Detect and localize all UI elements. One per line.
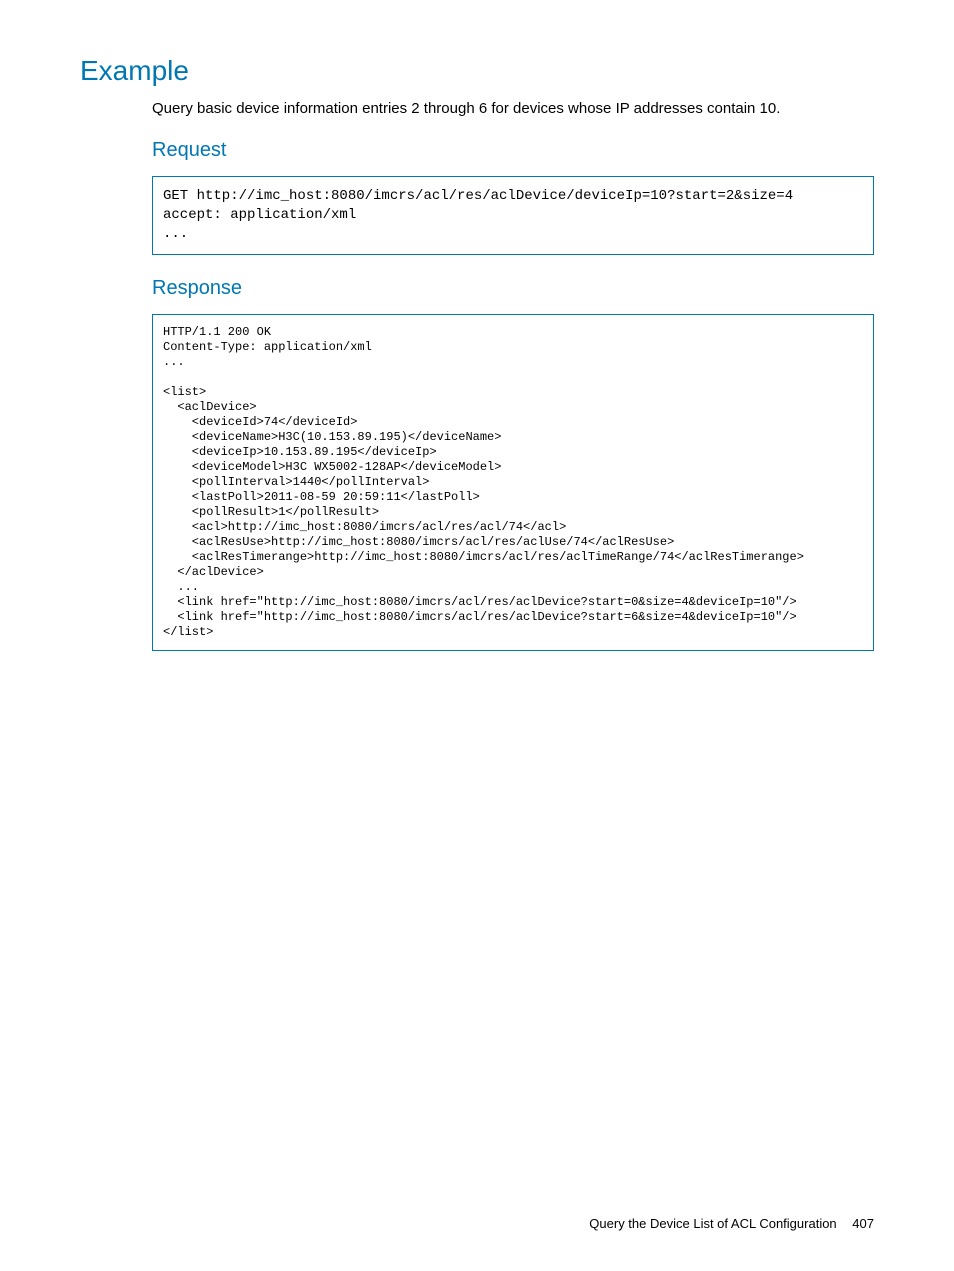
response-code: HTTP/1.1 200 OK Content-Type: applicatio… <box>163 325 863 640</box>
request-code-block: GET http://imc_host:8080/imcrs/acl/res/a… <box>152 176 874 255</box>
page-footer: Query the Device List of ACL Configurati… <box>589 1216 874 1231</box>
footer-title: Query the Device List of ACL Configurati… <box>589 1216 836 1231</box>
footer-page-number: 407 <box>852 1216 874 1231</box>
response-code-block: HTTP/1.1 200 OK Content-Type: applicatio… <box>152 314 874 651</box>
heading-example: Example <box>80 55 874 87</box>
heading-response: Response <box>152 277 874 300</box>
heading-request: Request <box>152 139 874 162</box>
request-code: GET http://imc_host:8080/imcrs/acl/res/a… <box>163 187 863 244</box>
intro-text: Query basic device information entries 2… <box>152 99 874 119</box>
